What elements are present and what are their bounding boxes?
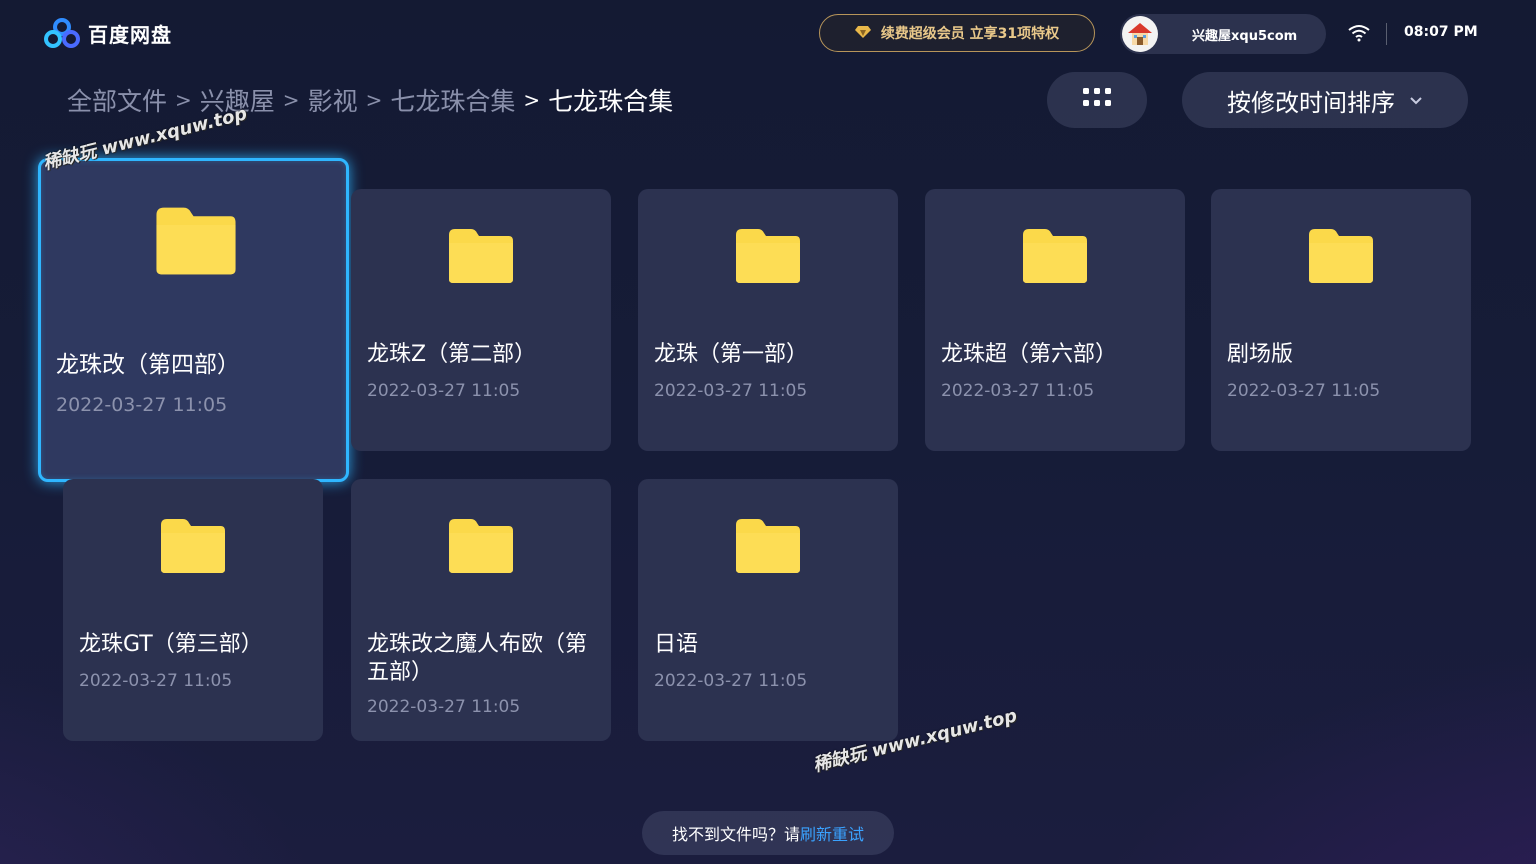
- file-date: 2022-03-27 11:05: [56, 394, 228, 416]
- status-divider: [1386, 23, 1387, 45]
- refresh-hint[interactable]: 找不到文件吗？请 刷新重试: [642, 811, 894, 855]
- vip-promo-label: 续费超级会员 立享31项特权: [880, 26, 1060, 42]
- file-name: 龙珠超（第六部）: [941, 342, 1118, 367]
- vip-promo-button[interactable]: 续费超级会员 立享31项特权: [819, 14, 1095, 52]
- file-name: 龙珠改（第四部）: [56, 352, 240, 378]
- folder-icon: [1307, 227, 1375, 285]
- file-name: 龙珠GT（第三部）: [79, 632, 263, 657]
- file-date: 2022-03-27 11:05: [367, 697, 521, 717]
- folder-card[interactable]: 龙珠（第一部） 2022-03-27 11:05: [638, 189, 898, 451]
- sort-label: 按修改时间排序: [1227, 88, 1395, 117]
- app-name: 百度网盘: [88, 22, 172, 47]
- folder-card[interactable]: 龙珠Z（第二部） 2022-03-27 11:05: [351, 189, 611, 451]
- folder-icon: [734, 517, 802, 575]
- diamond-icon: [854, 24, 871, 43]
- grid-icon: [1083, 88, 1111, 112]
- user-account-button[interactable]: 兴趣屋xqu5com: [1120, 14, 1326, 54]
- refresh-hint-text: 找不到文件吗？请: [671, 825, 800, 844]
- breadcrumb-current: 七龙珠合集: [548, 87, 674, 116]
- baidu-netdisk-logo-icon: [44, 18, 80, 48]
- file-name: 日语: [654, 632, 699, 657]
- file-name: 龙珠Z（第二部）: [367, 342, 537, 367]
- folder-icon: [159, 517, 227, 575]
- breadcrumb-item[interactable]: 影视: [308, 82, 358, 118]
- refresh-retry-link[interactable]: 刷新重试: [800, 821, 864, 845]
- breadcrumb-separator: >: [282, 88, 300, 112]
- folder-card[interactable]: 龙珠改（第四部） 2022-03-27 11:05: [38, 158, 349, 482]
- chevron-down-icon: [1409, 91, 1423, 110]
- breadcrumb-separator: >: [175, 88, 192, 112]
- folder-icon: [1021, 227, 1089, 285]
- file-date: 2022-03-27 11:05: [367, 381, 521, 401]
- breadcrumb-item[interactable]: 七龙珠合集: [390, 82, 515, 118]
- file-date: 2022-03-27 11:05: [79, 671, 233, 691]
- folder-card[interactable]: 龙珠改之魔人布欧（第五部） 2022-03-27 11:05: [351, 479, 611, 741]
- avatar: [1122, 16, 1158, 52]
- file-date: 2022-03-27 11:05: [941, 381, 1095, 401]
- breadcrumb: 全部文件 > 兴趣屋 > 影视 > 七龙珠合集 > 七龙珠合集: [67, 82, 673, 118]
- view-mode-button[interactable]: [1047, 72, 1147, 128]
- file-name: 龙珠改之魔人布欧（第五部）: [367, 632, 588, 685]
- file-name: 剧场版: [1227, 342, 1294, 367]
- sort-dropdown[interactable]: 按修改时间排序: [1182, 72, 1468, 128]
- breadcrumb-separator: >: [523, 88, 541, 112]
- user-name: 兴趣屋xqu5com: [1192, 28, 1298, 44]
- file-name: 龙珠（第一部）: [654, 342, 809, 367]
- folder-icon: [734, 227, 802, 285]
- folder-card[interactable]: 日语 2022-03-27 11:05: [638, 479, 898, 741]
- folder-card[interactable]: 剧场版 2022-03-27 11:05: [1211, 189, 1471, 451]
- breadcrumb-separator: >: [365, 88, 383, 112]
- wifi-icon: [1348, 24, 1370, 42]
- file-date: 2022-03-27 11:05: [654, 381, 808, 401]
- folder-icon: [447, 227, 515, 285]
- folder-icon: [447, 517, 515, 575]
- clock: 08:07 PM: [1404, 24, 1478, 40]
- folder-icon: [154, 205, 238, 277]
- folder-card[interactable]: 龙珠超（第六部） 2022-03-27 11:05: [925, 189, 1185, 451]
- app-logo: 百度网盘: [44, 18, 172, 48]
- folder-card[interactable]: 龙珠GT（第三部） 2022-03-27 11:05: [63, 479, 323, 741]
- file-date: 2022-03-27 11:05: [654, 671, 808, 691]
- breadcrumb-item-all-files[interactable]: 全部文件: [67, 82, 167, 118]
- file-date: 2022-03-27 11:05: [1227, 381, 1381, 401]
